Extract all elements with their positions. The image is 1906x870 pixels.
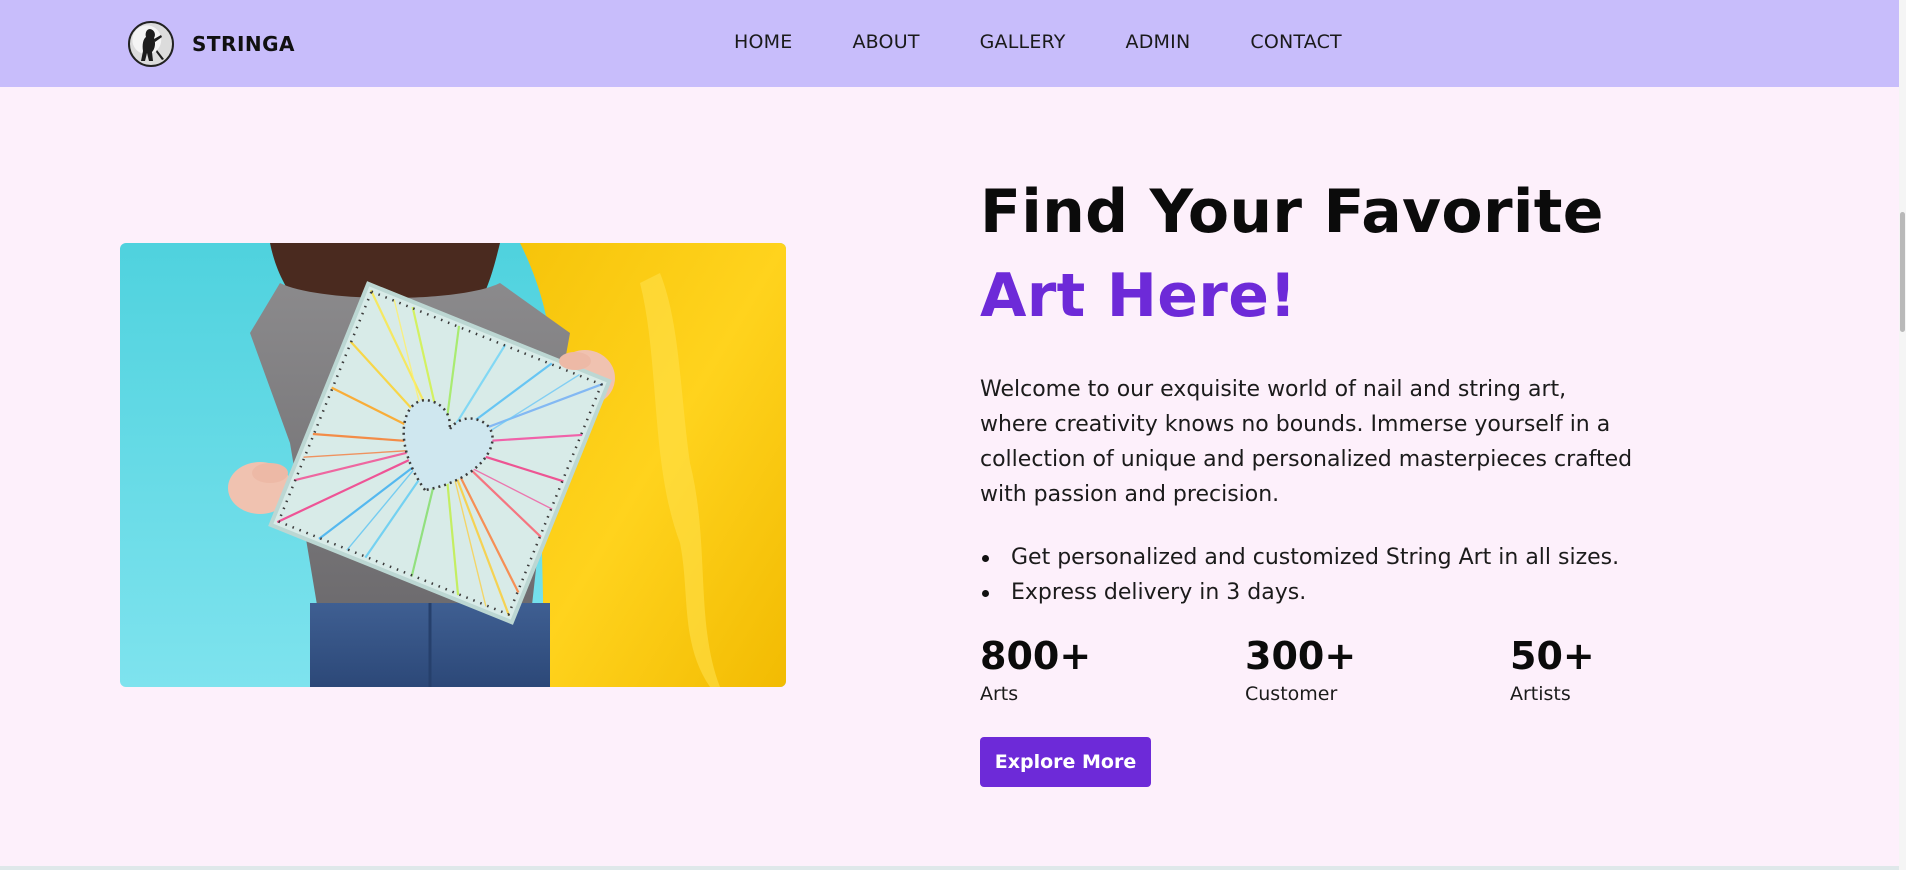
hero-intro: Welcome to our exquisite world of nail a… <box>980 377 1633 507</box>
stats: 800+ Arts 300+ Customer 50+ Artists <box>980 632 1640 712</box>
hero-text: Find Your Favorite Art Here! Welcome to … <box>980 170 1640 610</box>
stat-value: 50+ <box>1510 634 1595 678</box>
nav-admin[interactable]: ADMIN <box>1126 31 1191 53</box>
navbar: STRINGA HOME ABOUT GALLERY ADMIN CONTACT <box>0 0 1899 87</box>
hero-title-line1: Find Your Favorite <box>980 177 1604 247</box>
stat-label: Customer <box>1245 683 1338 705</box>
stat-label: Arts <box>980 683 1019 705</box>
feature-item: Express delivery in 3 days. <box>980 575 1640 610</box>
feature-item: Get personalized and customized String A… <box>980 540 1640 575</box>
nav-about[interactable]: ABOUT <box>852 31 919 53</box>
stat-value: 800+ <box>980 634 1092 678</box>
nav-gallery[interactable]: GALLERY <box>980 31 1066 53</box>
brand[interactable]: STRINGA <box>128 20 295 68</box>
page: STRINGA HOME ABOUT GALLERY ADMIN CONTACT <box>0 0 1906 870</box>
stat-label: Artists <box>1510 683 1571 705</box>
hero-image-string-art <box>120 243 786 687</box>
stat-value: 300+ <box>1245 634 1357 678</box>
stat-arts: 800+ Arts <box>980 632 1091 706</box>
stat-artists: 50+ Artists <box>1510 632 1595 706</box>
nav-home[interactable]: HOME <box>734 31 792 53</box>
nav-contact[interactable]: CONTACT <box>1250 31 1342 53</box>
artist-silhouette-logo-icon <box>128 21 174 67</box>
vertical-scrollbar[interactable] <box>1899 0 1906 870</box>
hero-title-highlight: Art Here! <box>980 261 1297 331</box>
feature-list: Get personalized and customized String A… <box>980 540 1640 610</box>
brand-name: STRINGA <box>192 32 296 56</box>
explore-more-button[interactable]: Explore More <box>980 737 1151 787</box>
main-nav: HOME ABOUT GALLERY ADMIN CONTACT <box>734 31 1342 53</box>
section-divider <box>0 866 1899 870</box>
stat-customers: 300+ Customer <box>1245 632 1356 706</box>
scrollbar-thumb[interactable] <box>1900 212 1905 332</box>
